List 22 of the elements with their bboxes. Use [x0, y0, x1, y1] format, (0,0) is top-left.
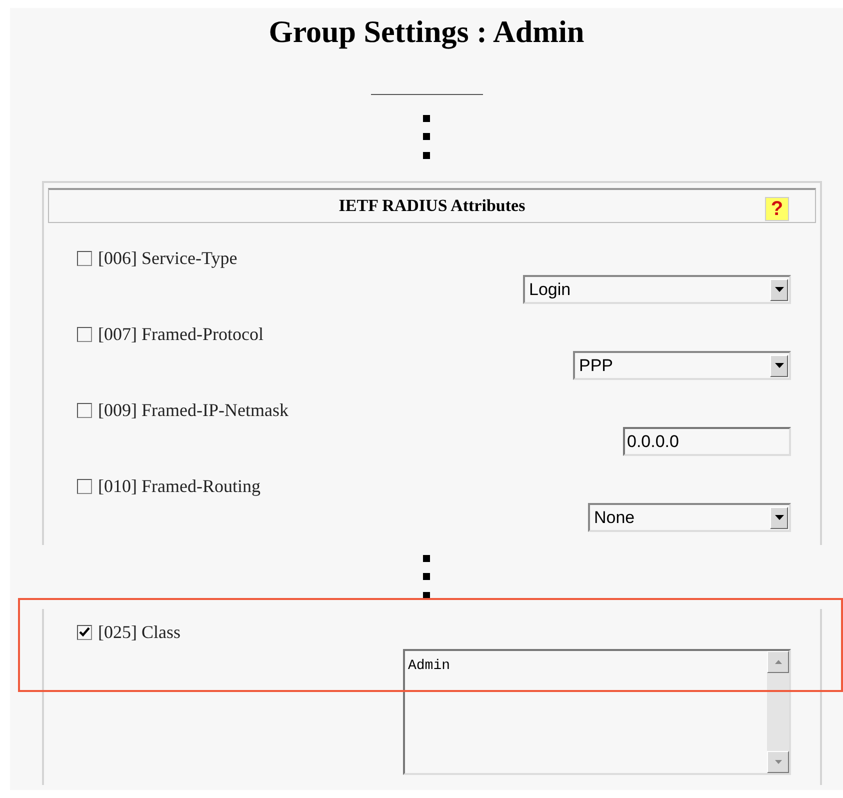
checkbox[interactable] [77, 402, 92, 418]
attribute-label: [010] Framed-Routing [98, 474, 260, 498]
checkbox[interactable] [77, 326, 92, 342]
up-arrow-icon[interactable] [774, 660, 782, 664]
help-button[interactable]: ? [765, 197, 789, 221]
panel-title: IETF RADIUS Attributes [338, 195, 526, 218]
page-title: Group Settings : Admin [268, 14, 584, 50]
attribute-label: [025] Class [98, 620, 180, 644]
ellipsis-icon [422, 555, 430, 599]
ellipsis-icon [422, 115, 430, 159]
dropdown[interactable]: PPP [573, 351, 791, 380]
checkbox[interactable] [77, 478, 92, 494]
dropdown[interactable]: None [588, 503, 791, 532]
attribute-label: [006] Service-Type [98, 246, 238, 270]
down-arrow-icon[interactable] [774, 760, 782, 764]
checkbox[interactable] [77, 250, 92, 266]
input-field[interactable]: 0.0.0.0 [623, 427, 791, 456]
attribute-label: [009] Framed-IP-Netmask [98, 398, 288, 422]
attribute-label: [007] Framed-Protocol [98, 322, 264, 346]
checkbox[interactable] [77, 624, 92, 640]
scrollbar[interactable] [767, 651, 789, 773]
dropdown[interactable]: Login [523, 275, 791, 304]
